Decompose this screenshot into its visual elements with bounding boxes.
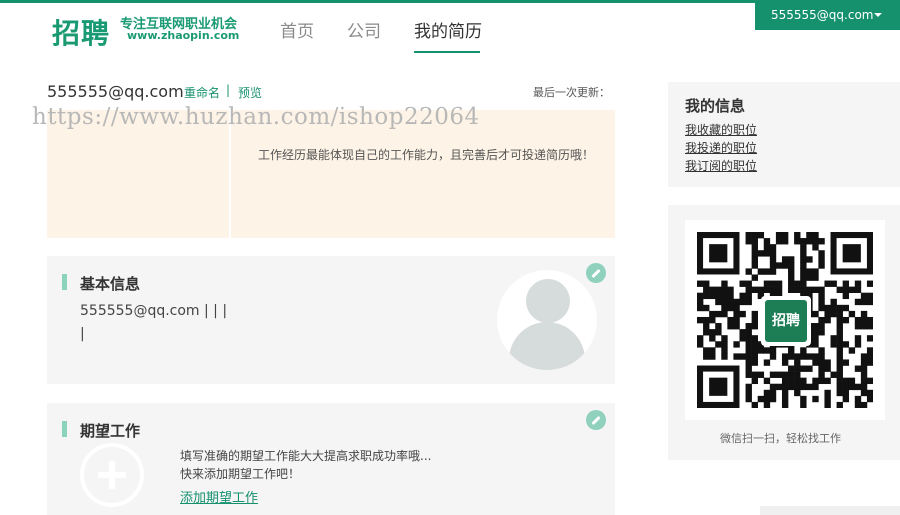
section-marker <box>62 274 67 290</box>
nav-home[interactable]: 首页 <box>280 17 314 42</box>
bottom-strip <box>760 506 900 515</box>
preview-link[interactable]: 预览 <box>238 84 262 101</box>
expect-job-title: 期望工作 <box>80 422 141 440</box>
logo-url: www.zhaopin.com <box>127 29 240 42</box>
avatar[interactable] <box>497 270 597 370</box>
add-expect-job-link[interactable]: 添加期望工作 <box>180 487 258 506</box>
watermark-text: https://www.huzhan.com/ishop22064 <box>32 104 480 130</box>
basic-info-line: | <box>80 326 85 342</box>
user-menu[interactable]: 555555@qq.com <box>755 0 900 30</box>
plus-vertical <box>109 461 115 489</box>
link-separator: | <box>226 83 231 97</box>
nav-resume[interactable]: 我的简历 <box>414 17 482 42</box>
expect-job-tip: 填写准确的期望工作能大大提高求职成功率哦... <box>180 449 432 463</box>
subscribed-jobs-link[interactable]: 我订阅的职位 <box>685 157 757 174</box>
section-marker <box>62 421 67 437</box>
rename-link[interactable]: 重命名 <box>184 84 220 101</box>
favorite-jobs-link[interactable]: 我收藏的职位 <box>685 121 757 138</box>
qr-caption: 微信扫一扫，轻松找工作 <box>720 432 841 445</box>
avatar-head <box>526 279 570 323</box>
qr-logo: 招聘 <box>761 296 811 346</box>
applied-jobs-link[interactable]: 我投递的职位 <box>685 139 757 156</box>
edit-expect-job-icon[interactable] <box>586 410 606 430</box>
qr-logo-text: 招聘 <box>765 300 807 342</box>
avatar-body <box>509 322 585 370</box>
expect-job-tip: 快来添加期望工作吧！ <box>180 467 301 481</box>
user-email: 555555@qq.com <box>771 8 874 22</box>
add-circle-icon[interactable] <box>80 443 144 507</box>
edit-basic-info-icon[interactable] <box>586 263 606 283</box>
site-logo[interactable]: 招聘 <box>52 12 110 52</box>
progress-tip: 工作经历最能体现自己的工作能力，且完善后才可投递简历哦！ <box>258 148 595 162</box>
resume-name: 555555@qq.com <box>47 82 184 101</box>
caret-down-icon <box>874 13 882 17</box>
last-update-label: 最后一次更新： <box>533 86 610 99</box>
nav-company[interactable]: 公司 <box>347 17 381 42</box>
basic-info-line: 555555@qq.com | | | <box>80 303 228 319</box>
basic-info-title: 基本信息 <box>80 275 141 293</box>
my-info-title: 我的信息 <box>685 97 746 115</box>
